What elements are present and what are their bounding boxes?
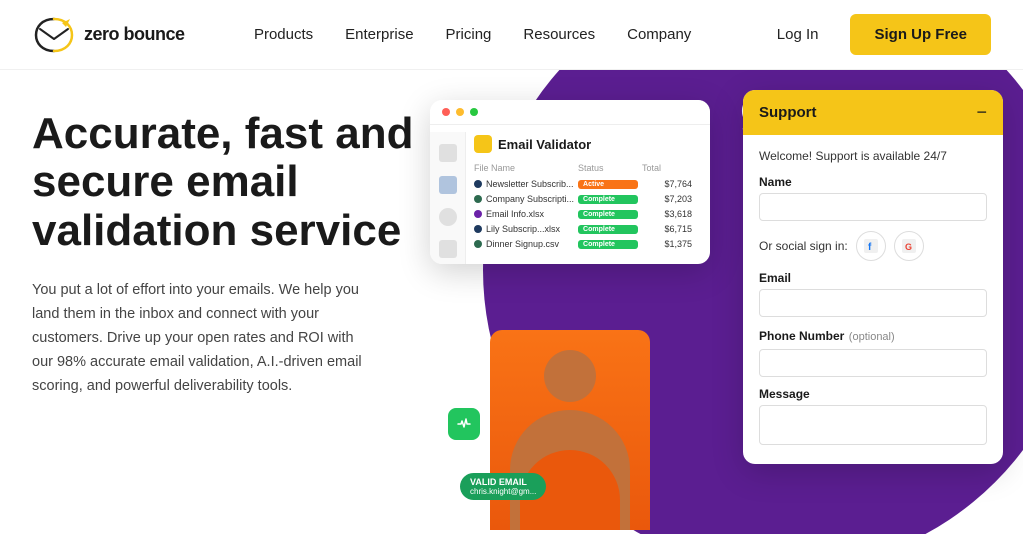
support-close-button[interactable]: − [976,102,987,123]
support-body: Welcome! Support is available 24/7 Name … [743,135,1003,464]
hero-title: Accurate, fast and secure email validati… [32,110,452,255]
facebook-sign-in-button[interactable]: f [856,231,886,261]
message-textarea[interactable] [759,405,987,445]
hero-subtitle: You put a lot of effort into your emails… [32,279,372,399]
nav-enterprise[interactable]: Enterprise [345,26,413,43]
google-sign-in-button[interactable]: G [894,231,924,261]
login-button[interactable]: Log In [761,18,835,51]
header-actions: Log In Sign Up Free [761,14,991,55]
valid-email-tag: VALID EMAIL chris.knight@gm... [460,473,546,500]
hero-section: Accurate, fast and secure email validati… [0,70,1023,534]
phone-label: Phone Number [759,329,844,343]
phone-optional-label: (optional) [849,331,895,343]
hero-text-block: Accurate, fast and secure email validati… [32,110,452,399]
dash-sidebar [430,132,466,264]
logo-text: zero bounce [84,24,185,45]
phone-input[interactable] [759,349,987,377]
support-welcome-text: Welcome! Support is available 24/7 [759,149,987,163]
logo[interactable]: zero bounce [32,17,185,53]
dash-content: Email Validator File Name Status Total N… [466,125,702,264]
table-row: Dinner Signup.csv Complete $1,375 [474,239,692,249]
nav-company[interactable]: Company [627,26,691,43]
support-title: Support [759,104,817,121]
person-mockup [490,330,650,530]
social-row: Or social sign in: f G [759,231,987,261]
sidebar-icon-3 [439,208,457,226]
dot-red [442,108,450,116]
nav-products[interactable]: Products [254,26,313,43]
sidebar-icon-2 [439,176,457,194]
nav-resources[interactable]: Resources [523,26,595,43]
email-input[interactable] [759,289,987,317]
message-label: Message [759,387,987,401]
header: zero bounce Products Enterprise Pricing … [0,0,1023,70]
support-header: Support − [743,90,1003,135]
name-label: Name [759,175,987,189]
social-sign-in-label: Or social sign in: [759,239,848,253]
pulse-icon [448,408,480,440]
ev-icon [474,135,492,153]
table-row: Newsletter Subscrib... Active $7,764 [474,179,692,189]
svg-text:G: G [905,242,912,252]
dash-top-bar [430,100,710,125]
logo-icon [32,17,76,53]
table-row: Company Subscripti... Complete $7,203 [474,194,692,204]
name-input[interactable] [759,193,987,221]
email-label: Email [759,271,987,285]
table-header: File Name Status Total [474,163,692,173]
email-validator-title: Email Validator [474,135,692,153]
dot-green [470,108,478,116]
table-row: Lily Subscrip...xlsx Complete $6,715 [474,224,692,234]
nav-pricing[interactable]: Pricing [446,26,492,43]
dashboard-card: Email Validator File Name Status Total N… [430,100,710,264]
dot-yellow [456,108,464,116]
sidebar-icon-1 [439,144,457,162]
dashboard-mockup: Email Validator File Name Status Total N… [430,80,750,520]
sidebar-icon-4 [439,240,457,258]
main-nav: Products Enterprise Pricing Resources Co… [254,26,691,43]
support-widget: Support − Welcome! Support is available … [743,90,1003,464]
table-row: Email Info.xlsx Complete $3,618 [474,209,692,219]
signup-button[interactable]: Sign Up Free [850,14,991,55]
